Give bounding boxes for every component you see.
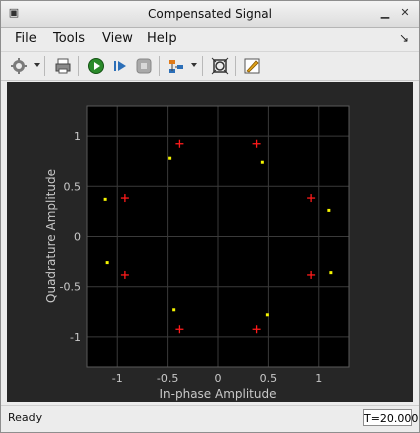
stop-icon[interactable] (133, 55, 155, 77)
status-text: Ready (8, 411, 43, 424)
toolbar-separator (44, 56, 45, 76)
y-tick-label: 0 (74, 231, 81, 244)
settings-icon[interactable] (8, 55, 30, 77)
highlight-icon[interactable] (165, 55, 187, 77)
menu-file[interactable]: File (15, 31, 37, 46)
received-point (168, 156, 172, 160)
toolbar-separator (78, 56, 79, 76)
received-point (105, 261, 109, 265)
received-point (172, 308, 176, 312)
print-icon[interactable] (52, 55, 74, 77)
step-forward-icon[interactable] (109, 55, 131, 77)
received-point (329, 271, 333, 275)
window-menu-icon[interactable]: ▣ (8, 7, 20, 19)
title-bar: Compensated Signal ▣ ▁ ✕ (1, 1, 419, 28)
menu-help[interactable]: Help (147, 31, 177, 46)
dock-arrow-icon[interactable]: ↘ (399, 31, 409, 45)
x-tick-label: 0 (215, 372, 222, 385)
menu-view-label: View (102, 31, 133, 46)
time-readout: T=20.000 (363, 409, 418, 426)
highlight-dropdown-icon[interactable] (191, 63, 197, 67)
menu-file-label: File (15, 31, 37, 46)
received-point (260, 160, 264, 164)
y-tick-label: -1 (70, 331, 81, 344)
x-axis-label: In-phase Amplitude (160, 387, 277, 401)
toolbar-separator (159, 56, 160, 76)
zoom-fit-icon[interactable] (209, 55, 231, 77)
y-axis-label: Quadrature Amplitude (44, 169, 58, 303)
menu-bar: File Tools View Help ↘ (1, 28, 419, 50)
toolbar (1, 51, 419, 81)
y-tick-label: -0.5 (60, 281, 81, 294)
window-title: Compensated Signal (147, 7, 272, 21)
x-tick-label: 1 (315, 372, 322, 385)
x-tick-label: -0.5 (157, 372, 178, 385)
status-bar: Ready T=20.000 (1, 405, 419, 432)
menu-help-label: Help (147, 31, 177, 46)
y-tick-label: 1 (74, 130, 81, 143)
close-icon[interactable]: ✕ (399, 7, 411, 19)
menu-tools-label: Tools (53, 31, 86, 46)
minimize-icon[interactable]: ▁ (379, 7, 391, 19)
plot-canvas: -1 -0.5 0 0.5 1 1 0.5 0 -0.5 -1 In-phase Amplitud… (7, 82, 413, 402)
menu-tools[interactable]: Tools (53, 31, 85, 46)
received-point (327, 208, 331, 212)
menu-view[interactable]: View (102, 31, 133, 46)
received-point (265, 313, 269, 317)
x-tick-label: 0.5 (260, 372, 278, 385)
run-icon[interactable] (85, 55, 107, 77)
y-tick-label: 0.5 (64, 180, 82, 193)
settings-dropdown-icon[interactable] (34, 63, 40, 67)
scatter-plot[interactable]: -1 -0.5 0 0.5 1 1 0.5 0 -0.5 -1 In-phase Amplitud… (7, 82, 413, 402)
edit-icon[interactable] (241, 55, 263, 77)
x-tick-label: -1 (112, 372, 123, 385)
toolbar-separator (202, 56, 203, 76)
received-point (103, 197, 107, 201)
toolbar-separator (235, 56, 236, 76)
app-window: Compensated Signal ▣ ▁ ✕ File Tools View… (0, 0, 420, 433)
